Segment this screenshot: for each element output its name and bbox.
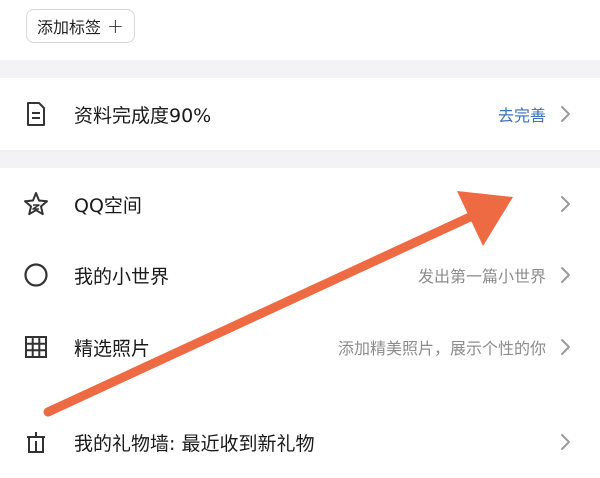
plus-icon: + <box>107 14 124 38</box>
chevron-right-icon <box>561 267 570 283</box>
complete-profile-link[interactable]: 去完善 <box>498 102 546 126</box>
profile-completion-label: 资料完成度90% <box>74 104 212 127</box>
featured-photos-label: 精选照片 <box>74 337 151 360</box>
section-divider <box>0 60 600 78</box>
add-tag-button[interactable]: 添加标签 + <box>26 9 135 43</box>
crescent-circle-icon <box>22 261 50 289</box>
chevron-right-icon <box>561 434 570 450</box>
star-icon <box>22 190 50 218</box>
qzone-row[interactable]: QQ空间 <box>0 168 600 240</box>
small-world-label: 我的小世界 <box>74 265 170 288</box>
qzone-label: QQ空间 <box>74 194 142 217</box>
small-world-row[interactable]: 我的小世界 发出第一篇小世界 <box>0 239 600 311</box>
chevron-right-icon <box>561 339 570 355</box>
section-divider <box>0 150 600 168</box>
document-icon <box>22 100 50 128</box>
grid-icon <box>22 333 50 361</box>
gift-wall-label: 我的礼物墙: 最近收到新礼物 <box>74 432 315 455</box>
gift-icon <box>22 428 50 456</box>
small-world-hint: 发出第一篇小世界 <box>417 267 546 286</box>
featured-photos-row[interactable]: 精选照片 添加精美照片，展示个性的你 <box>0 311 600 383</box>
chevron-right-icon <box>561 196 570 212</box>
add-tag-label: 添加标签 <box>37 18 102 37</box>
featured-photos-hint: 添加精美照片，展示个性的你 <box>337 339 546 358</box>
gift-wall-row[interactable]: 我的礼物墙: 最近收到新礼物 <box>0 406 600 478</box>
chevron-right-icon <box>561 106 570 122</box>
profile-completion-row[interactable]: 资料完成度90% 去完善 <box>0 78 600 150</box>
tag-section: 添加标签 + <box>0 0 600 60</box>
